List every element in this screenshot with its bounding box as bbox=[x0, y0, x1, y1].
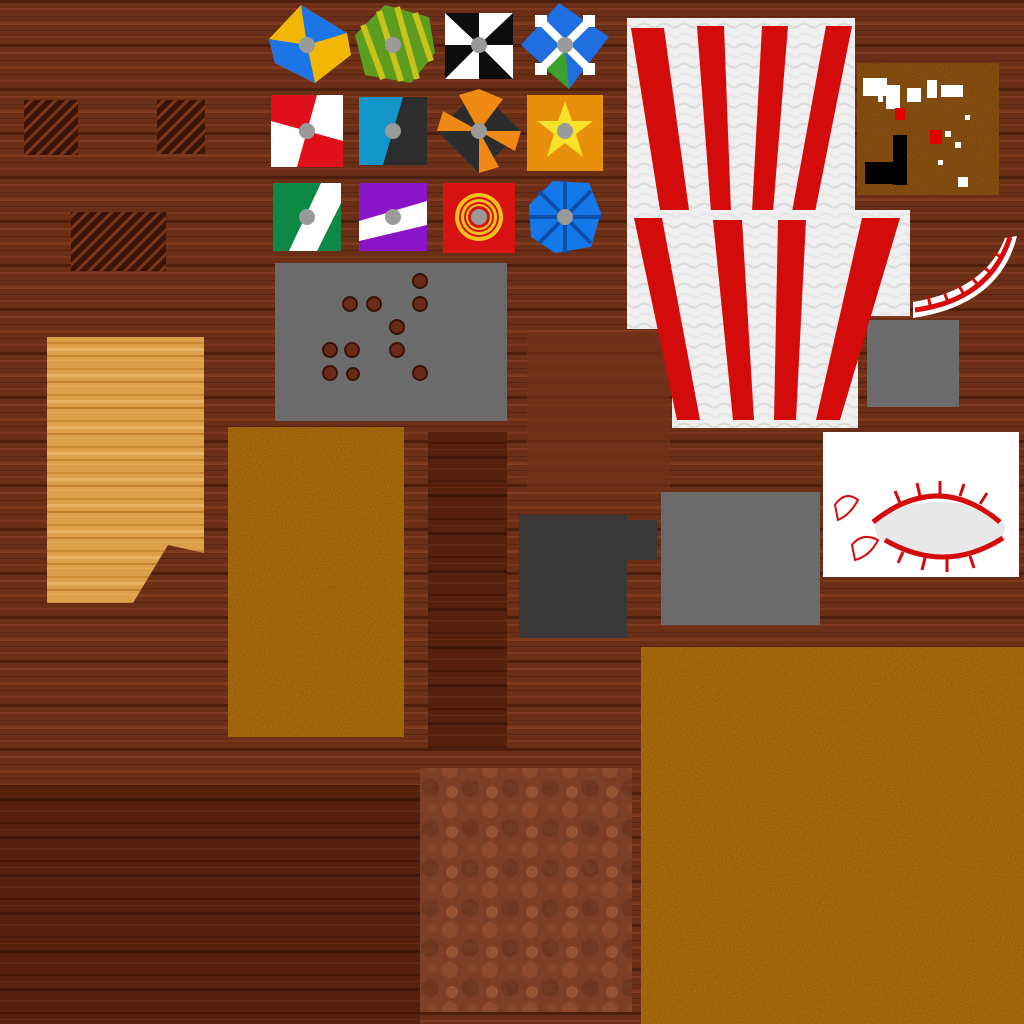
woven-patch-wide bbox=[71, 212, 166, 271]
purple-white-bend-shield bbox=[359, 183, 427, 251]
dark-wood-column bbox=[428, 432, 507, 748]
texture-atlas bbox=[0, 0, 1024, 1024]
atlas-canvas bbox=[0, 0, 1024, 1024]
yellow-sun-shield bbox=[527, 95, 603, 171]
gray-pegboard bbox=[275, 263, 507, 421]
gray-block-small bbox=[867, 320, 959, 407]
woven-patch-left bbox=[24, 100, 78, 155]
woven-patch-right bbox=[157, 100, 205, 154]
wood-panel-mid bbox=[527, 332, 670, 490]
brown-carpet-tile bbox=[420, 768, 632, 1012]
orange-felt-small bbox=[228, 427, 404, 737]
eye-emblem-tile bbox=[823, 432, 1019, 577]
dark-wood-panel bbox=[0, 785, 420, 1024]
red-white-quartered-shield bbox=[271, 95, 343, 167]
red-yellow-rings-shield bbox=[443, 183, 515, 253]
blue-black-split-shield bbox=[359, 97, 427, 165]
orange-felt-large bbox=[641, 647, 1024, 1024]
blue-spoked-shield bbox=[529, 181, 601, 253]
black-white-gyronny-shield bbox=[445, 13, 513, 79]
map-tile bbox=[857, 63, 999, 195]
green-white-bend-shield bbox=[273, 183, 341, 251]
gray-block-large bbox=[661, 492, 820, 625]
